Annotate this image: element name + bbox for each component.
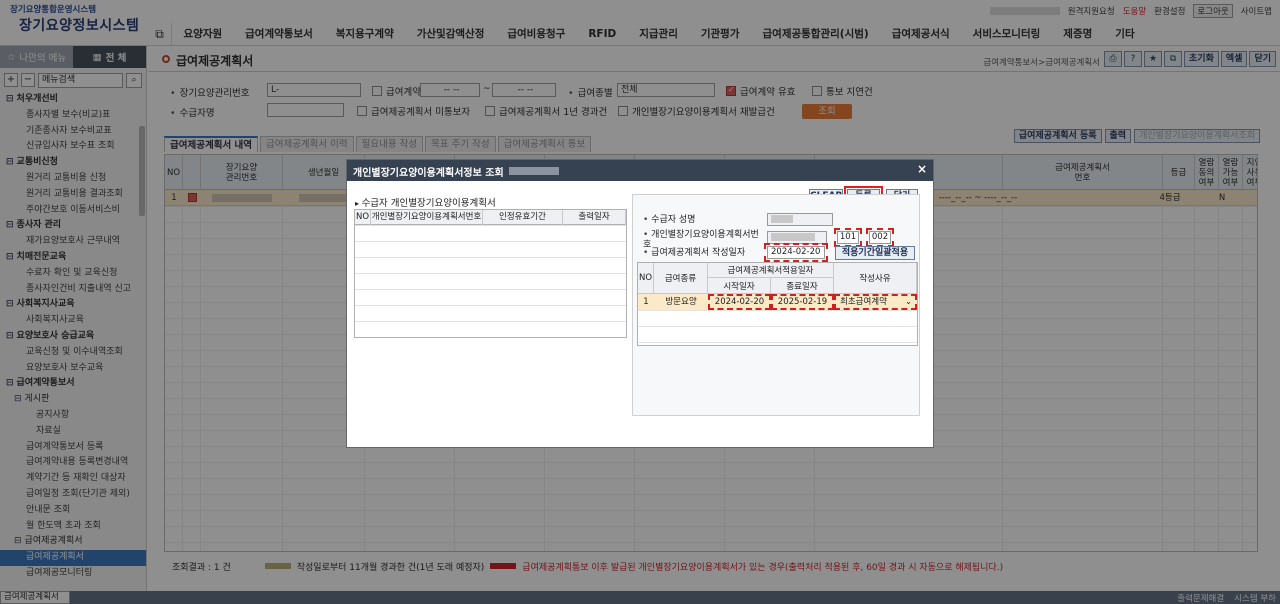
plan-list-empty-rows bbox=[355, 225, 626, 337]
plan-list-col-0: NO bbox=[355, 210, 371, 225]
dialog-title: 개인별장기요양이용계획서정보 조회 bbox=[353, 168, 504, 179]
plan-list-table: NO 개인별장기요양이용계획서번호 인정유효기간 출력일자 bbox=[354, 209, 627, 338]
col-reason: 작성사유 bbox=[834, 263, 917, 294]
dialog-title-blurred bbox=[509, 167, 559, 175]
benefit-period-empty-rows bbox=[638, 310, 917, 345]
cell-start-date[interactable]: 2024-02-20 bbox=[708, 294, 771, 310]
plan-list-col-1: 개인별장기요양이용계획서번호 bbox=[371, 210, 483, 225]
col-no: NO bbox=[638, 263, 654, 294]
table-row[interactable]: 1 방문요양 2024-02-20 2025-02-19 최초급여계약 ⌄ bbox=[638, 294, 917, 310]
write-date-label: 급여제공계획서 작성일자 bbox=[643, 248, 745, 258]
plan-info-dialog: 개인별장기요양이용계획서정보 조회 × 수급자 개인별장기요양이용계획서 NO개… bbox=[346, 159, 934, 448]
reason-select[interactable]: 최초급여계약 ⌄ bbox=[834, 294, 917, 310]
plan-no-part3: 002 bbox=[866, 228, 894, 247]
cell-end-date[interactable]: 2025-02-19 bbox=[771, 294, 834, 310]
left-section-title: 수급자 개인별장기요양이용계획서 bbox=[355, 195, 496, 209]
col-end: 종료일자 bbox=[771, 278, 834, 294]
cell-no: 1 bbox=[643, 297, 649, 307]
chevron-down-icon: ⌄ bbox=[904, 297, 912, 307]
plan-detail-panel: 수급자 성명 개인별장기요양이용계획서번호 101 002 급여제공계획서 작성… bbox=[632, 194, 920, 416]
plan-list-col-2: 인정유효기간 bbox=[483, 210, 563, 225]
reason-value: 최초급여계약 bbox=[840, 297, 887, 307]
col-start: 시작일자 bbox=[708, 278, 771, 294]
col-period: 급여제공계획서적용일자 bbox=[708, 263, 834, 278]
write-date-input[interactable]: 2024-02-20 bbox=[764, 243, 828, 262]
recipient-name-field bbox=[767, 213, 833, 226]
benefit-period-table: NO 급여종류 급여제공계획서적용일자 시작일자 종료일자 작성사유 1 방문요… bbox=[637, 262, 918, 346]
plan-list-col-3: 출력일자 bbox=[563, 210, 626, 225]
plan-no-part2: 101 bbox=[834, 228, 862, 247]
cell-type: 방문요양 bbox=[665, 297, 697, 307]
apply-all-period-button[interactable]: 적용기간일괄적용 bbox=[835, 246, 915, 260]
dialog-header: 개인별장기요양이용계획서정보 조회 × bbox=[347, 160, 933, 181]
close-icon[interactable]: × bbox=[917, 162, 927, 176]
recipient-name-label: 수급자 성명 bbox=[643, 215, 695, 225]
plan-no-field bbox=[767, 231, 827, 244]
plan-no-label: 개인별장기요양이용계획서번호 bbox=[643, 230, 761, 250]
plan-list-header: NO 개인별장기요양이용계획서번호 인정유효기간 출력일자 bbox=[355, 210, 626, 225]
col-type: 급여종류 bbox=[654, 263, 708, 294]
